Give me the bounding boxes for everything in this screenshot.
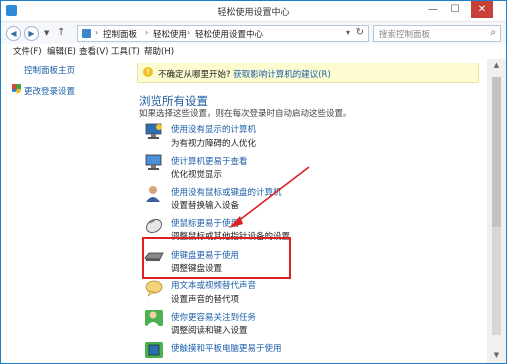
sidebar-item-home[interactable]: 控制面板主页 bbox=[24, 64, 75, 76]
section-description: 如果选择这些设置，则在每次登录时自动启动这些设置。 bbox=[139, 109, 352, 119]
person-icon bbox=[145, 310, 163, 326]
breadcrumb-separator-icon: › bbox=[145, 28, 149, 37]
monitor-icon bbox=[145, 123, 162, 139]
up-button[interactable]: ↑ bbox=[57, 27, 65, 38]
address-dropdown-icon[interactable]: ▾ bbox=[346, 28, 350, 37]
scroll-down-arrow-icon[interactable]: ▼ bbox=[487, 349, 506, 361]
search-placeholder: 搜索控制面板 bbox=[379, 30, 431, 40]
breadcrumb-separator-icon: › bbox=[95, 28, 99, 37]
keyboard-icon bbox=[144, 252, 164, 261]
tip-link[interactable]: 获取影响计算机的建议(R) bbox=[233, 70, 331, 80]
breadcrumb-separator-icon: › bbox=[187, 28, 191, 37]
breadcrumb-control-panel[interactable]: 控制面板 bbox=[103, 28, 137, 40]
item-link-focus-tasks[interactable]: 使你更容易关注到任务 bbox=[171, 311, 256, 323]
title-bar: 轻松使用设置中心 — ☐ ✕ bbox=[1, 1, 506, 22]
minimize-button[interactable]: — bbox=[425, 3, 441, 17]
forward-button[interactable]: ▶ bbox=[24, 26, 39, 41]
scrollbar-track[interactable] bbox=[492, 227, 501, 335]
recent-dropdown-icon[interactable]: ▼ bbox=[44, 29, 49, 37]
item-link-keyboard-easier[interactable]: 使键盘更易于使用 bbox=[171, 249, 239, 261]
item-desc-easier-to-see: 优化视觉显示 bbox=[171, 170, 223, 180]
search-icon[interactable]: ⌕ bbox=[490, 27, 496, 38]
menu-tools[interactable]: 工具(T) bbox=[111, 45, 140, 57]
item-link-touch-tablet[interactable]: 使触摸和平板电脑更易于使用 bbox=[171, 342, 282, 354]
display-icon bbox=[145, 154, 162, 170]
address-input[interactable]: › 控制面板 › 轻松使用 › 轻松使用设置中心 ▾ ↻ bbox=[77, 25, 369, 42]
tip-info-icon: ! bbox=[143, 67, 153, 77]
item-desc-text-video: 设置声音的替代项 bbox=[171, 295, 240, 305]
tip-text: 不确定从哪里开始? 获取影响计算机的建议(R) bbox=[158, 68, 331, 80]
item-link-no-display[interactable]: 使用没有显示的计算机 bbox=[171, 123, 256, 135]
breadcrumb-ease-of-access[interactable]: 轻松使用 bbox=[153, 28, 187, 40]
control-panel-small-icon bbox=[82, 29, 91, 38]
item-desc-focus-tasks: 调整阅读和键入设置 bbox=[171, 326, 248, 336]
menu-file[interactable]: 文件(F) bbox=[13, 45, 42, 57]
speech-icon bbox=[145, 280, 163, 297]
item-link-mouse-easier[interactable]: 使鼠标更易于使用 bbox=[171, 217, 239, 229]
item-link-no-mouse-keyboard[interactable]: 使用没有鼠标或键盘的计算机 bbox=[171, 186, 282, 198]
menu-bar: 文件(F) 编辑(E) 查看(V) 工具(T) 帮助(H) bbox=[1, 44, 506, 58]
control-panel-window: 轻松使用设置中心 — ☐ ✕ ◀ ▶ ▼ ↑ › 控制面板 › 轻松使用 › 轻… bbox=[0, 0, 507, 364]
scrollbar-thumb[interactable] bbox=[492, 77, 501, 227]
scroll-up-arrow-icon[interactable]: ▲ bbox=[487, 59, 506, 71]
user-icon bbox=[146, 186, 160, 202]
breadcrumb-ease-center[interactable]: 轻松使用设置中心 bbox=[195, 28, 263, 40]
sidebar: 控制面板主页 更改登录设置 bbox=[1, 59, 129, 363]
sidebar-item-change-login[interactable]: 更改登录设置 bbox=[24, 85, 75, 97]
item-desc-no-mouse-keyboard: 设置替换输入设备 bbox=[171, 201, 240, 211]
tip-prefix: 不确定从哪里开始? bbox=[158, 70, 231, 80]
shield-icon bbox=[12, 84, 21, 94]
close-button[interactable]: ✕ bbox=[471, 1, 493, 18]
item-link-easier-to-see[interactable]: 使计算机更易于查看 bbox=[171, 155, 248, 167]
refresh-icon[interactable]: ↻ bbox=[356, 27, 364, 38]
main-content: ! 不确定从哪里开始? 获取影响计算机的建议(R) 浏览所有设置 如果选择这些设… bbox=[129, 59, 487, 363]
back-button[interactable]: ◀ bbox=[6, 26, 21, 41]
vertical-scrollbar[interactable]: ▲ ▼ bbox=[487, 59, 506, 363]
menu-view[interactable]: 查看(V) bbox=[79, 45, 108, 57]
item-desc-keyboard-easier: 调整键盘设置 bbox=[171, 264, 223, 274]
menu-edit[interactable]: 编辑(E) bbox=[47, 45, 76, 57]
item-link-text-video[interactable]: 用文本或视频替代声音 bbox=[171, 279, 256, 291]
tablet-icon bbox=[145, 342, 163, 358]
search-input[interactable]: 搜索控制面板 ⌕ bbox=[373, 25, 501, 42]
menu-help[interactable]: 帮助(H) bbox=[144, 45, 174, 57]
address-toolbar: ◀ ▶ ▼ ↑ › 控制面板 › 轻松使用 › 轻松使用设置中心 ▾ ↻ 搜索控… bbox=[1, 22, 506, 44]
item-desc-no-display: 为有视力障碍的人优化 bbox=[171, 139, 257, 149]
maximize-button[interactable]: ☐ bbox=[447, 3, 463, 17]
tip-banner: ! 不确定从哪里开始? 获取影响计算机的建议(R) bbox=[137, 63, 479, 83]
mouse-icon bbox=[146, 218, 162, 234]
